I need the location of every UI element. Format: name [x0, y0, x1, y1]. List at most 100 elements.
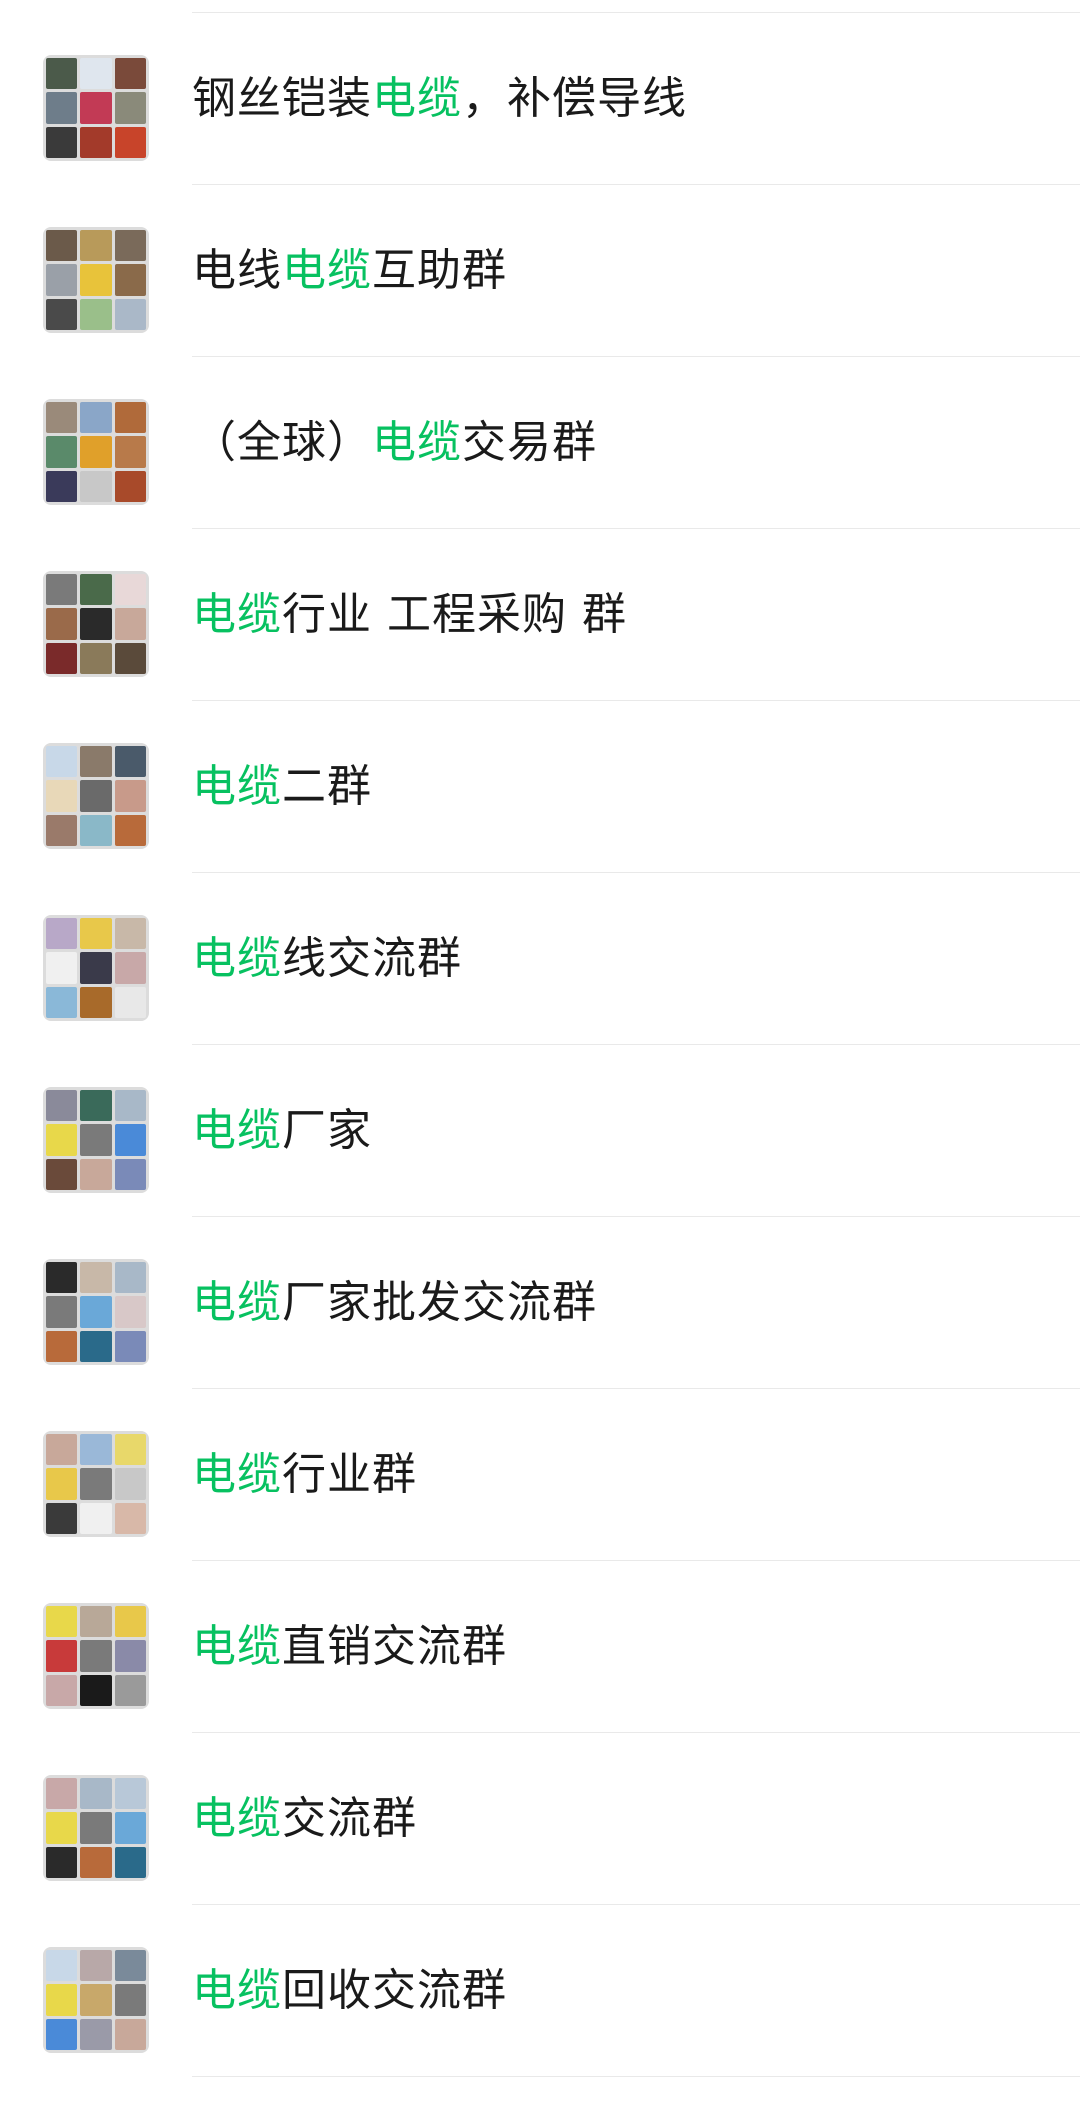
- keyword-highlight: 电缆: [192, 933, 282, 984]
- group-name-text: 线交流群: [282, 933, 462, 984]
- member-avatar-thumb: [114, 1984, 146, 2016]
- member-avatar-thumb: [114, 1434, 146, 1466]
- keyword-highlight: 电缆: [192, 589, 282, 640]
- group-name-text: 厂家: [282, 1105, 372, 1156]
- member-avatar-thumb: [46, 230, 78, 262]
- group-list-item[interactable]: 电缆回收交流群: [0, 1905, 1080, 2077]
- member-avatar-thumb: [114, 1262, 146, 1294]
- group-name-text: ，补偿导线: [462, 73, 687, 124]
- member-avatar-thumb: [114, 92, 146, 124]
- member-avatar-thumb: [46, 1606, 78, 1638]
- member-avatar-thumb: [80, 1606, 112, 1638]
- member-avatar-thumb: [80, 1674, 112, 1706]
- member-avatar-thumb: [46, 780, 78, 812]
- group-name: 电缆回收交流群: [192, 1905, 507, 2077]
- member-avatar-thumb: [46, 952, 78, 984]
- group-name-text: 行业 工程采购 群: [282, 589, 627, 640]
- keyword-highlight: 电缆: [372, 417, 462, 468]
- keyword-highlight: 电缆: [192, 1105, 282, 1156]
- member-avatar-thumb: [114, 470, 146, 502]
- member-avatar-thumb: [46, 402, 78, 434]
- member-avatar-thumb: [46, 1434, 78, 1466]
- member-avatar-thumb: [80, 58, 112, 90]
- group-list-item[interactable]: 电缆交流群: [0, 1733, 1080, 1905]
- group-name-text: 交流群: [282, 1793, 417, 1844]
- member-avatar-thumb: [114, 402, 146, 434]
- member-avatar-thumb: [80, 1950, 112, 1982]
- member-avatar-thumb: [114, 1640, 146, 1672]
- member-avatar-thumb: [114, 1296, 146, 1328]
- group-name-text: 直销交流群: [282, 1621, 507, 1672]
- group-avatar: [43, 55, 149, 161]
- member-avatar-thumb: [114, 918, 146, 950]
- keyword-highlight: 电缆: [192, 1449, 282, 1500]
- member-avatar-thumb: [114, 1124, 146, 1156]
- member-avatar-thumb: [80, 1502, 112, 1534]
- group-name-text: 交易群: [462, 417, 597, 468]
- member-avatar-thumb: [114, 1812, 146, 1844]
- member-avatar-thumb: [46, 1984, 78, 2016]
- group-name-text: 二群: [282, 761, 372, 812]
- member-avatar-thumb: [114, 746, 146, 778]
- group-name-text: 钢丝铠装: [192, 73, 372, 124]
- member-avatar-thumb: [114, 1468, 146, 1500]
- group-name: 电缆交流群: [192, 1733, 417, 1905]
- group-name: 电缆线交流群: [192, 873, 462, 1045]
- group-search-results: 钢丝铠装电缆，补偿导线 电线电缆互助群 （全球）电缆交易群 电缆行业 工程采购 群电缆…: [0, 0, 1080, 2102]
- group-name: 电缆行业 工程采购 群: [192, 529, 627, 701]
- member-avatar-thumb: [114, 1950, 146, 1982]
- group-list-item[interactable]: 电缆行业 工程采购 群: [0, 529, 1080, 701]
- member-avatar-thumb: [80, 814, 112, 846]
- group-list-item[interactable]: 电缆行业群: [0, 1389, 1080, 1561]
- member-avatar-thumb: [46, 746, 78, 778]
- group-name: 电线电缆互助群: [192, 185, 507, 357]
- group-list-item[interactable]: 电线电缆互助群: [0, 185, 1080, 357]
- member-avatar-thumb: [46, 92, 78, 124]
- member-avatar-thumb: [46, 1846, 78, 1878]
- member-avatar-thumb: [80, 1468, 112, 1500]
- member-avatar-thumb: [114, 574, 146, 606]
- member-avatar-thumb: [46, 918, 78, 950]
- group-avatar: [43, 1775, 149, 1881]
- keyword-highlight: 电缆: [372, 73, 462, 124]
- group-avatar: [43, 571, 149, 677]
- member-avatar-thumb: [46, 1296, 78, 1328]
- group-list-item[interactable]: 电缆线交流群: [0, 873, 1080, 1045]
- group-list-item[interactable]: 钢丝铠装电缆，补偿导线: [0, 13, 1080, 185]
- member-avatar-thumb: [46, 1950, 78, 1982]
- member-avatar-thumb: [114, 1330, 146, 1362]
- group-name: 电缆直销交流群: [192, 1561, 507, 1733]
- keyword-highlight: 电缆: [192, 1793, 282, 1844]
- member-avatar-thumb: [114, 230, 146, 262]
- group-list-item[interactable]: 电缆直销交流群: [0, 1561, 1080, 1733]
- group-list-item[interactable]: 电缆厂家批发交流群: [0, 1217, 1080, 1389]
- member-avatar-thumb: [46, 574, 78, 606]
- group-list-item[interactable]: （全球）电缆交易群: [0, 357, 1080, 529]
- keyword-highlight: 电缆: [282, 245, 372, 296]
- group-list-item[interactable]: 电缆二群: [0, 701, 1080, 873]
- member-avatar-thumb: [114, 1158, 146, 1190]
- member-avatar-thumb: [46, 126, 78, 158]
- member-avatar-thumb: [114, 1502, 146, 1534]
- member-avatar-thumb: [80, 1846, 112, 1878]
- group-name: 电缆厂家: [192, 1045, 372, 1217]
- member-avatar-thumb: [80, 918, 112, 950]
- member-avatar-thumb: [114, 436, 146, 468]
- divider: [192, 2076, 1080, 2077]
- member-avatar-thumb: [46, 436, 78, 468]
- group-name-text: 回收交流群: [282, 1965, 507, 2016]
- member-avatar-thumb: [46, 1778, 78, 1810]
- member-avatar-thumb: [114, 1778, 146, 1810]
- group-avatar: [43, 399, 149, 505]
- group-list-item[interactable]: 电缆厂家: [0, 1045, 1080, 1217]
- member-avatar-thumb: [80, 230, 112, 262]
- member-avatar-thumb: [46, 1330, 78, 1362]
- member-avatar-thumb: [46, 1124, 78, 1156]
- member-avatar-thumb: [46, 264, 78, 296]
- member-avatar-thumb: [114, 58, 146, 90]
- member-avatar-thumb: [80, 780, 112, 812]
- member-avatar-thumb: [80, 402, 112, 434]
- member-avatar-thumb: [80, 746, 112, 778]
- group-name-text: 厂家批发交流群: [282, 1277, 597, 1328]
- member-avatar-thumb: [80, 436, 112, 468]
